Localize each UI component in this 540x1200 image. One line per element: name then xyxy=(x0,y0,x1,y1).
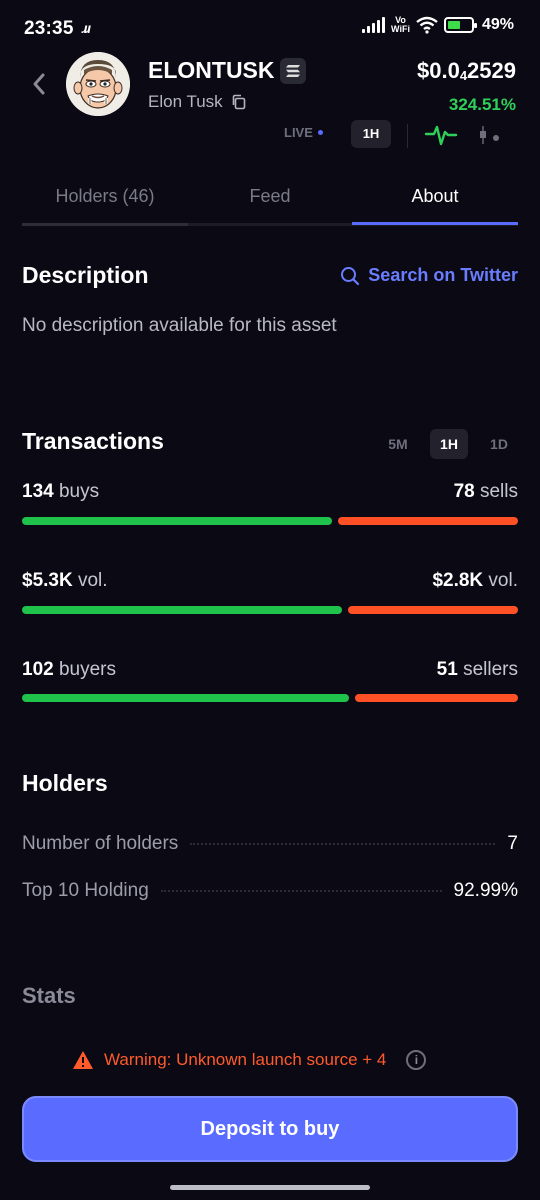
buyers-unit: buyers xyxy=(53,659,117,680)
warning-text: Warning: Unknown launch source + 4 xyxy=(104,1050,387,1069)
holders-title: Holders xyxy=(22,770,108,796)
sellers-bar xyxy=(355,694,518,702)
buys-count: 134 xyxy=(22,481,54,502)
back-chevron-icon[interactable] xyxy=(28,70,50,98)
price-change: 324.51% xyxy=(448,95,516,114)
top10-value: 92.99% xyxy=(453,880,518,901)
wifi-icon xyxy=(416,16,438,34)
description-title: Description xyxy=(22,262,149,288)
launch-warning[interactable]: Warning: Unknown launch source + 4 i xyxy=(72,1050,427,1070)
line-chart-icon[interactable] xyxy=(424,122,458,148)
price: $0.042529 xyxy=(416,58,516,83)
buy-volume-bar xyxy=(22,606,342,614)
holder-count-value: 7 xyxy=(507,833,518,854)
sells-unit: sells xyxy=(474,481,518,502)
buy-volume: $5.3K xyxy=(22,570,73,591)
leader-dots xyxy=(160,890,442,892)
app-logo-icon: ɹɹ xyxy=(82,20,91,36)
buyers-bar xyxy=(22,694,349,702)
top10-row: Top 10 Holding 92.99% xyxy=(22,876,518,906)
copy-icon[interactable] xyxy=(231,94,247,110)
tab-holders[interactable]: Holders (46) xyxy=(22,186,188,207)
battery-level: 49% xyxy=(481,16,514,33)
volume-row: $5.3K vol. $2.8K vol. xyxy=(22,570,518,592)
buy-volume-unit: vol. xyxy=(72,570,108,591)
chart-timeframe-button[interactable]: 1H xyxy=(351,120,391,148)
live-indicator[interactable]: LIVE xyxy=(284,125,323,140)
signal-icon xyxy=(362,17,386,33)
live-dot xyxy=(317,130,323,135)
deposit-to-buy-button[interactable]: Deposit to buy xyxy=(22,1096,518,1162)
tab-feed[interactable]: Feed xyxy=(188,186,352,207)
info-icon[interactable]: i xyxy=(406,1050,427,1070)
tab-active-underline xyxy=(352,222,518,225)
top10-label: Top 10 Holding xyxy=(22,880,149,901)
sell-volume-unit: vol. xyxy=(483,570,518,591)
range-1h[interactable]: 1H xyxy=(430,429,468,459)
status-time: 23:35 xyxy=(24,18,74,39)
description-text: No description available for this asset xyxy=(22,315,337,336)
holder-count-label: Number of holders xyxy=(22,833,179,854)
candlestick-chart-icon[interactable] xyxy=(476,124,502,146)
range-5m[interactable]: 5M xyxy=(380,429,416,459)
warning-icon xyxy=(73,1051,93,1069)
holder-count-row: Number of holders 7 xyxy=(22,829,518,859)
sells-bar xyxy=(338,517,518,525)
coin-name: ELONTUSK xyxy=(148,57,275,83)
leader-dots xyxy=(190,843,496,845)
tab-about[interactable]: About xyxy=(352,186,518,207)
battery-icon xyxy=(443,17,477,33)
status-icons: Vo WiFi 49% xyxy=(362,16,514,34)
solana-chain-icon xyxy=(280,58,306,84)
live-label: LIVE xyxy=(284,125,313,140)
coin-avatar xyxy=(66,52,130,116)
buyers-count: 102 xyxy=(22,659,54,680)
coin-subtitle-row: Elon Tusk xyxy=(148,92,247,112)
vowifi-icon: Vo WiFi xyxy=(391,15,410,34)
stats-title: Stats xyxy=(22,983,76,1008)
coin-subtitle: Elon Tusk xyxy=(148,92,223,111)
sell-volume: $2.8K xyxy=(432,570,484,591)
sellers-unit: sellers xyxy=(457,659,518,680)
search-icon xyxy=(341,266,360,285)
buyers-sellers-row: 102 buyers 51 sellers xyxy=(22,659,518,681)
buys-unit: buys xyxy=(53,481,100,502)
buys-bar xyxy=(22,517,332,525)
tab-bar: Holders (46) Feed About xyxy=(22,176,518,226)
range-1d[interactable]: 1D xyxy=(482,429,516,459)
sellers-count: 51 xyxy=(436,659,458,680)
search-twitter-link[interactable]: Search on Twitter xyxy=(340,265,518,286)
status-bar: 23:35 ɹɹ Vo WiFi 49% xyxy=(0,0,540,56)
transactions-title: Transactions xyxy=(22,428,164,454)
buys-sells-row: 134 buys 78 sells xyxy=(22,481,518,503)
tab-scroll-indicator xyxy=(22,223,188,226)
home-indicator[interactable] xyxy=(170,1185,370,1190)
divider xyxy=(407,124,408,148)
search-twitter-label: Search on Twitter xyxy=(368,265,518,285)
sells-count: 78 xyxy=(453,481,475,502)
sell-volume-bar xyxy=(348,606,518,614)
